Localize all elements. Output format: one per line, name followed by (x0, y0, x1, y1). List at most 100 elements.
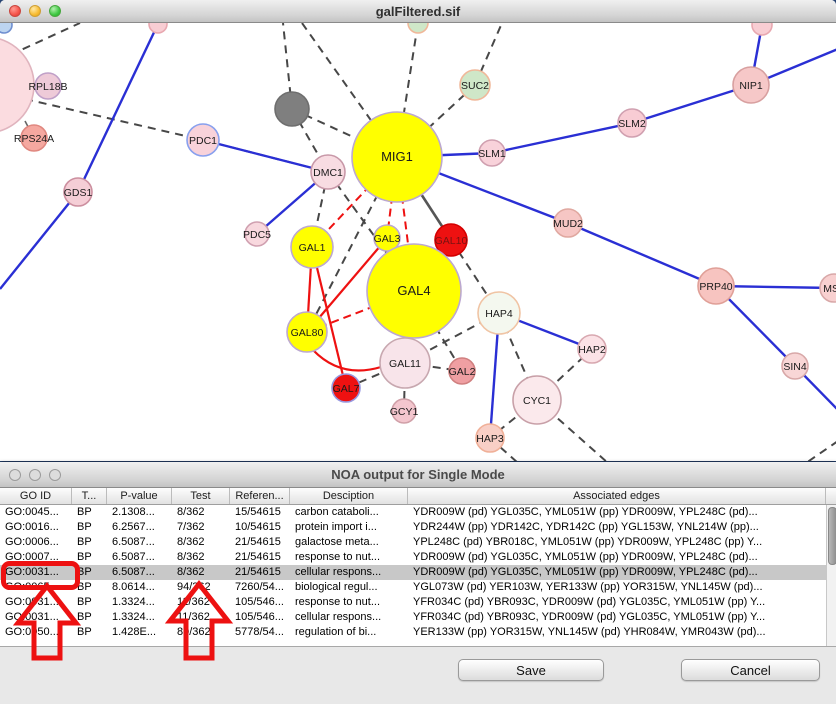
node-HAP3[interactable]: HAP3 (476, 424, 504, 452)
table-cell: 8/362 (172, 565, 230, 580)
minimize-button[interactable] (29, 5, 41, 17)
edge-blue (0, 192, 78, 289)
node-unlabeled-gray[interactable] (275, 92, 309, 126)
table-row[interactable]: GO:0006...BP6.5087...8/36221/54615galact… (0, 535, 836, 550)
table-row[interactable]: GO:0031...BP6.5087...8/36221/54615cellul… (0, 565, 836, 580)
zoom-button[interactable] (49, 469, 61, 481)
close-button[interactable] (9, 5, 21, 17)
table-cell: BP (72, 565, 107, 580)
node-MUD2[interactable]: MUD2 (553, 209, 583, 237)
node-label: GAL3 (374, 233, 401, 245)
node-SLM2[interactable]: SLM2 (618, 109, 646, 137)
node-label: DMC1 (313, 167, 343, 179)
node-PDC1[interactable]: PDC1 (187, 124, 219, 156)
table-cell: GO:0031... (0, 595, 72, 610)
column-header-t[interactable]: T... (72, 488, 107, 504)
node-SLM1[interactable]: SLM1 (478, 140, 506, 166)
noa-window-titlebar[interactable]: NOA output for Single Mode (0, 462, 836, 488)
node-label: GAL80 (291, 327, 324, 339)
table-cell: cellular respons... (290, 565, 408, 580)
node-SIN4[interactable]: SIN4 (782, 353, 808, 379)
zoom-button[interactable] (49, 5, 61, 17)
node-GDS1[interactable]: GDS1 (64, 178, 93, 206)
table-cell: YFR034C (pd) YBR093C, YDR009W (pd) YGL03… (408, 610, 826, 625)
table-cell: carbon cataboli... (290, 505, 408, 520)
node-GAL11[interactable]: GAL11 (380, 338, 430, 388)
node-DMC1[interactable]: DMC1 (311, 155, 345, 189)
node-label: RPL18B (28, 81, 67, 93)
network-canvas[interactable]: RPL18BRPS24AGDS1PDC1DMC1MIG1SUC2SLM1PDC5… (0, 23, 836, 461)
column-header-test[interactable]: Test (172, 488, 230, 504)
table-row[interactable]: GO:0050...BP1.428E...80/3625778/54...reg… (0, 625, 836, 640)
node-MSL[interactable]: MSL (820, 274, 836, 302)
table-row[interactable]: GO:0007...BP6.5087...8/36221/54615respon… (0, 550, 836, 565)
table-row[interactable]: GO:0016...BP6.2567...7/36210/54615protei… (0, 520, 836, 535)
node-unlabeled-top-1[interactable] (149, 23, 167, 33)
close-button[interactable] (9, 469, 21, 481)
node-label: GDS1 (64, 187, 93, 199)
table-cell: GO:0031... (0, 610, 72, 625)
node-label: GAL7 (333, 383, 360, 395)
table-cell: 8.0614... (107, 580, 172, 595)
table-cell: YDR009W (pd) YGL035C, YML051W (pp) YDR00… (408, 565, 826, 580)
table-header-row: GO IDT...P-valueTestReferen...Desciption… (0, 488, 836, 505)
column-header-go-id[interactable]: GO ID (0, 488, 72, 504)
minimize-button[interactable] (29, 469, 41, 481)
table-cell: 94/362 (172, 580, 230, 595)
node-unlabeled-top-right[interactable] (752, 23, 772, 35)
table-cell: BP (72, 505, 107, 520)
node-GCY1[interactable]: GCY1 (390, 399, 419, 423)
node-GAL80[interactable]: GAL80 (287, 312, 327, 352)
node-PRP40[interactable]: PRP40 (698, 268, 734, 304)
table-cell: 21/54615 (230, 565, 290, 580)
table-cell: response to nut... (290, 550, 408, 565)
graph-window-titlebar[interactable]: galFiltered.sif (0, 0, 836, 23)
node-RPL18B[interactable]: RPL18B (28, 73, 67, 99)
node-label: GAL2 (449, 366, 476, 378)
column-header-referen[interactable]: Referen... (230, 488, 290, 504)
node-GAL7[interactable]: GAL7 (332, 374, 360, 402)
table-cell: BP (72, 610, 107, 625)
node-HAP2[interactable]: HAP2 (578, 335, 606, 363)
column-header-associated-edges[interactable]: Associated edges (408, 488, 826, 504)
table-cell: GO:0016... (0, 520, 72, 535)
node-label: GAL4 (397, 283, 430, 298)
cancel-button[interactable]: Cancel (681, 659, 820, 681)
node-GAL4[interactable]: GAL4 (367, 244, 461, 338)
table-cell: 5778/54... (230, 625, 290, 640)
table-cell: GO:0045... (0, 505, 72, 520)
table-cell: 21/54615 (230, 550, 290, 565)
vertical-scrollbar[interactable] (826, 505, 836, 646)
node-unlabeled-corner[interactable] (0, 23, 12, 33)
node-label: HAP4 (485, 308, 513, 320)
node-SUC2[interactable]: SUC2 (460, 70, 490, 100)
node-label: RPS24A (14, 133, 54, 145)
table-cell: GO:0050... (0, 625, 72, 640)
node-GAL1[interactable]: GAL1 (291, 226, 333, 268)
node-label: HAP3 (476, 433, 504, 445)
table-row[interactable]: GO:0031...BP1.3324...11/362105/546...res… (0, 595, 836, 610)
node-CYC1[interactable]: CYC1 (513, 376, 561, 424)
table-cell: GO:0031... (0, 565, 72, 580)
node-label: PDC1 (189, 135, 217, 147)
table-row[interactable]: GO:0065...BP8.0614...94/3627260/54...bio… (0, 580, 836, 595)
node-label: MUD2 (553, 218, 583, 230)
noa-output-window: NOA output for Single Mode GO IDT...P-va… (0, 462, 836, 704)
table-row[interactable]: GO:0031...BP1.3324...11/362105/546...cel… (0, 610, 836, 625)
column-header-desciption[interactable]: Desciption (290, 488, 408, 504)
node-unlabeled-top-2[interactable] (408, 23, 428, 33)
node-GAL2[interactable]: GAL2 (449, 358, 476, 384)
scrollbar-thumb[interactable] (828, 507, 836, 565)
save-button[interactable]: Save (458, 659, 604, 681)
node-HAP4[interactable]: HAP4 (478, 292, 520, 334)
node-NIP1[interactable]: NIP1 (733, 67, 769, 103)
table-row[interactable]: GO:0045...BP2.1308...8/36215/54615carbon… (0, 505, 836, 520)
table-cell: BP (72, 550, 107, 565)
node-MIG1[interactable]: MIG1 (352, 112, 442, 202)
edge-red (313, 350, 381, 371)
table-cell: 1.428E... (107, 625, 172, 640)
node-RPS24A[interactable]: RPS24A (14, 125, 54, 151)
column-header-p-value[interactable]: P-value (107, 488, 172, 504)
table-cell: YDR009W (pd) YGL035C, YML051W (pp) YDR00… (408, 550, 826, 565)
table-cell: 1.3324... (107, 610, 172, 625)
